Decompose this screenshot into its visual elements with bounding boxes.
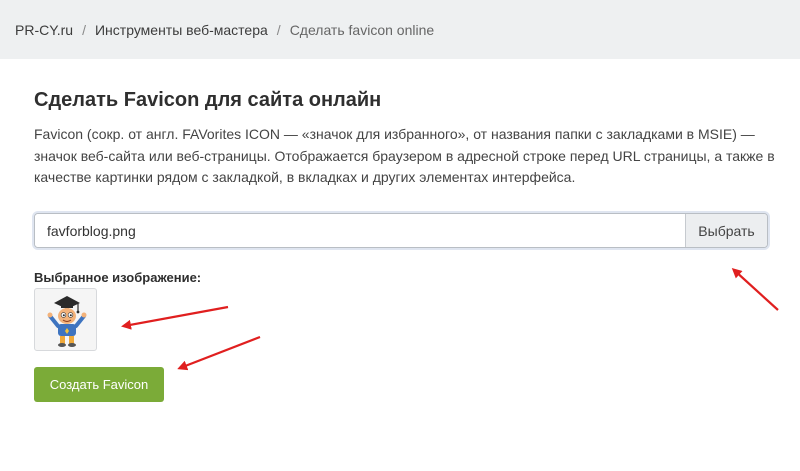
browse-button[interactable]: Выбрать: [685, 214, 767, 247]
breadcrumb-link-home[interactable]: PR-CY.ru: [15, 22, 73, 38]
breadcrumb-separator: /: [276, 21, 281, 38]
breadcrumb-current: Сделать favicon online: [289, 21, 435, 38]
page-description: Favicon (сокр. от англ. FAVorites ICON —…: [34, 126, 775, 185]
file-picker: Выбрать: [34, 213, 768, 248]
arrow-to-selected-image: [121, 305, 229, 330]
page: PR-CY.ru / Инструменты веб-мастера / Сде…: [0, 0, 800, 471]
selected-image-preview: [34, 288, 97, 351]
mascot-graduate-image: [47, 295, 86, 347]
breadcrumb-link-tools[interactable]: Инструменты веб-мастера: [95, 22, 268, 38]
create-favicon-button[interactable]: Создать Favicon: [34, 367, 164, 402]
selected-image-label: Выбранное изображение:: [34, 270, 202, 285]
arrow-to-create-button: [177, 335, 261, 371]
file-name-input[interactable]: [35, 214, 685, 247]
breadcrumb-separator: /: [82, 21, 86, 38]
arrow-to-browse-button: [731, 267, 779, 311]
page-title: Сделать Favicon для сайта онлайн: [34, 89, 382, 111]
breadcrumb: PR-CY.ru / Инструменты веб-мастера / Сде…: [0, 0, 800, 59]
